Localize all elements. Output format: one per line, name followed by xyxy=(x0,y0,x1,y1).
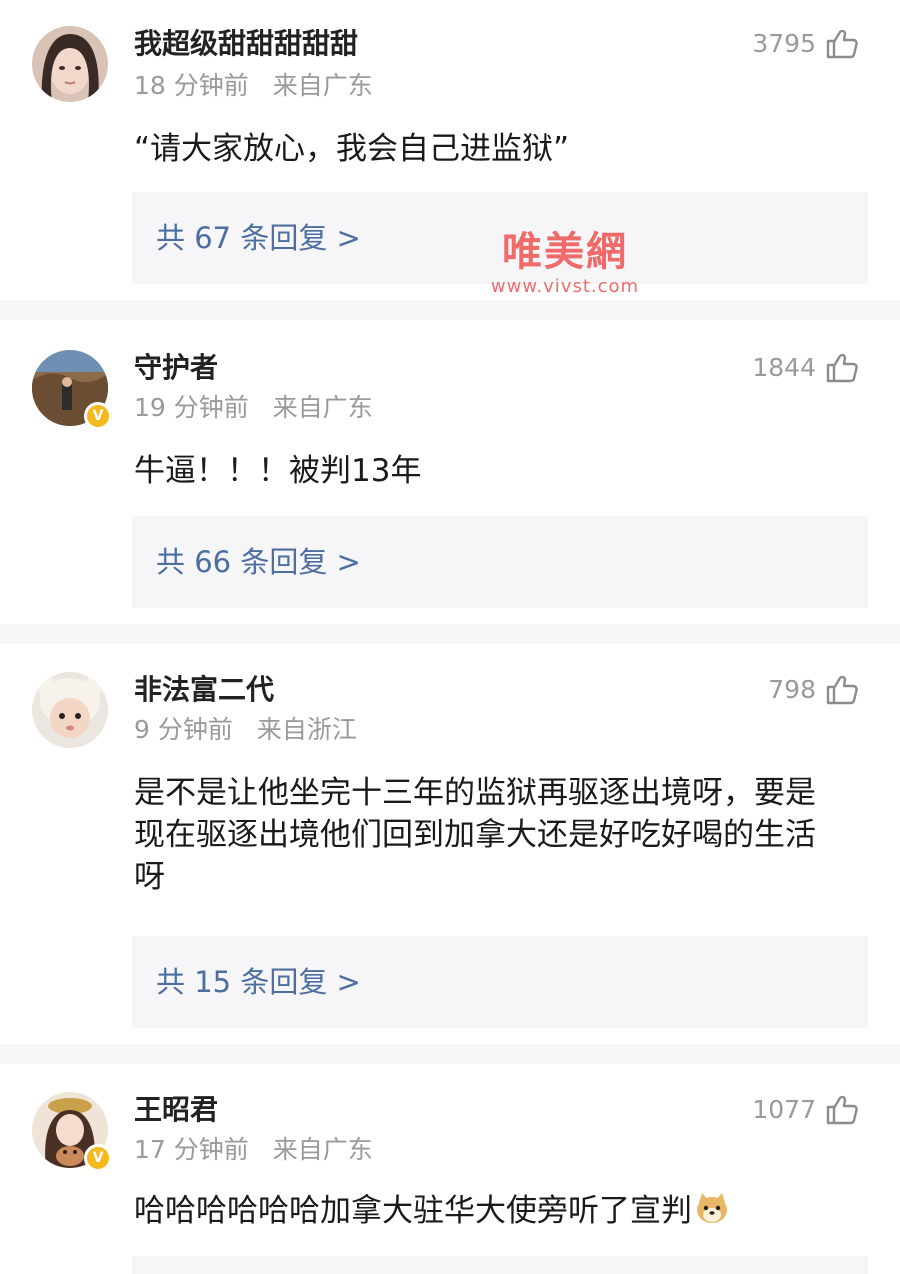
watermark-url: www.vivst.com xyxy=(490,276,640,297)
like-count: 3795 xyxy=(752,29,816,58)
avatar[interactable] xyxy=(32,672,108,748)
thumbs-up-icon xyxy=(826,29,858,59)
verified-badge-icon: V xyxy=(84,1144,112,1172)
username[interactable]: 王昭君 xyxy=(134,1092,218,1128)
comment-time: 9 分钟前 xyxy=(134,715,233,744)
comment-text: 哈哈哈哈哈哈加拿大驻华大使旁听了宣判 xyxy=(134,1190,874,1232)
verified-badge-icon: V xyxy=(84,402,112,430)
avatar[interactable] xyxy=(32,26,108,102)
comment-time: 17 分钟前 xyxy=(134,1135,249,1164)
username[interactable]: 非法富二代 xyxy=(134,672,274,708)
divider xyxy=(0,624,900,644)
replies-box[interactable]: 共 66 条回复 > xyxy=(132,516,868,608)
comment-feed: 我超级甜甜甜甜甜 18 分钟前 来自广东 3795 “请大家放心，我会自己进监狱”… xyxy=(0,0,900,1274)
like-count: 798 xyxy=(768,675,816,704)
comment-meta: 18 分钟前 来自广东 xyxy=(134,70,373,102)
view-replies-link[interactable]: 共 67 条回复 > xyxy=(156,220,361,256)
comment-time: 18 分钟前 xyxy=(134,71,249,100)
username[interactable]: 我超级甜甜甜甜甜 xyxy=(134,26,358,62)
comment-text: 牛逼！！！被判13年 xyxy=(134,453,422,489)
like-count: 1844 xyxy=(752,353,816,382)
like-button[interactable]: 1077 xyxy=(752,1094,858,1126)
like-button[interactable]: 798 xyxy=(768,674,858,706)
comment-meta: 17 分钟前 来自广东 xyxy=(134,1134,373,1166)
watermark-title: 唯美網 xyxy=(502,229,628,275)
doge-emoji-icon xyxy=(697,1193,727,1223)
comment-meta: 9 分钟前 来自浙江 xyxy=(134,714,357,746)
comment-location: 来自广东 xyxy=(272,1135,373,1164)
comment-text: “请大家放心，我会自己进监狱” xyxy=(134,131,570,167)
comment-meta: 19 分钟前 来自广东 xyxy=(134,392,373,424)
comment-time: 19 分钟前 xyxy=(134,393,249,422)
username[interactable]: 守护者 xyxy=(134,350,218,386)
like-button[interactable]: 1844 xyxy=(752,352,858,384)
thumbs-up-icon xyxy=(826,353,858,383)
divider xyxy=(0,300,900,320)
comment-text: 是不是让他坐完十三年的监狱再驱逐出境呀，要是现在驱逐出境他们回到加拿大还是好吃好… xyxy=(134,775,816,895)
thumbs-up-icon xyxy=(826,675,858,705)
comment-location: 来自广东 xyxy=(272,393,373,422)
comment-text-content: 哈哈哈哈哈哈加拿大驻华大使旁听了宣判 xyxy=(134,1193,692,1229)
like-count: 1077 xyxy=(752,1095,816,1124)
comment-location: 来自广东 xyxy=(272,71,373,100)
view-replies-link[interactable]: 共 66 条回复 > xyxy=(156,544,361,580)
avatar[interactable]: V xyxy=(32,1092,112,1172)
comment-location: 来自浙江 xyxy=(256,715,357,744)
site-watermark: 唯美網 www.vivst.com xyxy=(470,228,660,298)
divider xyxy=(0,1044,900,1064)
like-button[interactable]: 3795 xyxy=(752,28,858,60)
thumbs-up-icon xyxy=(826,1095,858,1125)
replies-box[interactable]: 共 15 条回复 > xyxy=(132,936,868,1028)
replies-box[interactable] xyxy=(132,1256,868,1274)
avatar[interactable]: V xyxy=(32,350,112,430)
view-replies-link[interactable]: 共 15 条回复 > xyxy=(156,964,361,1000)
